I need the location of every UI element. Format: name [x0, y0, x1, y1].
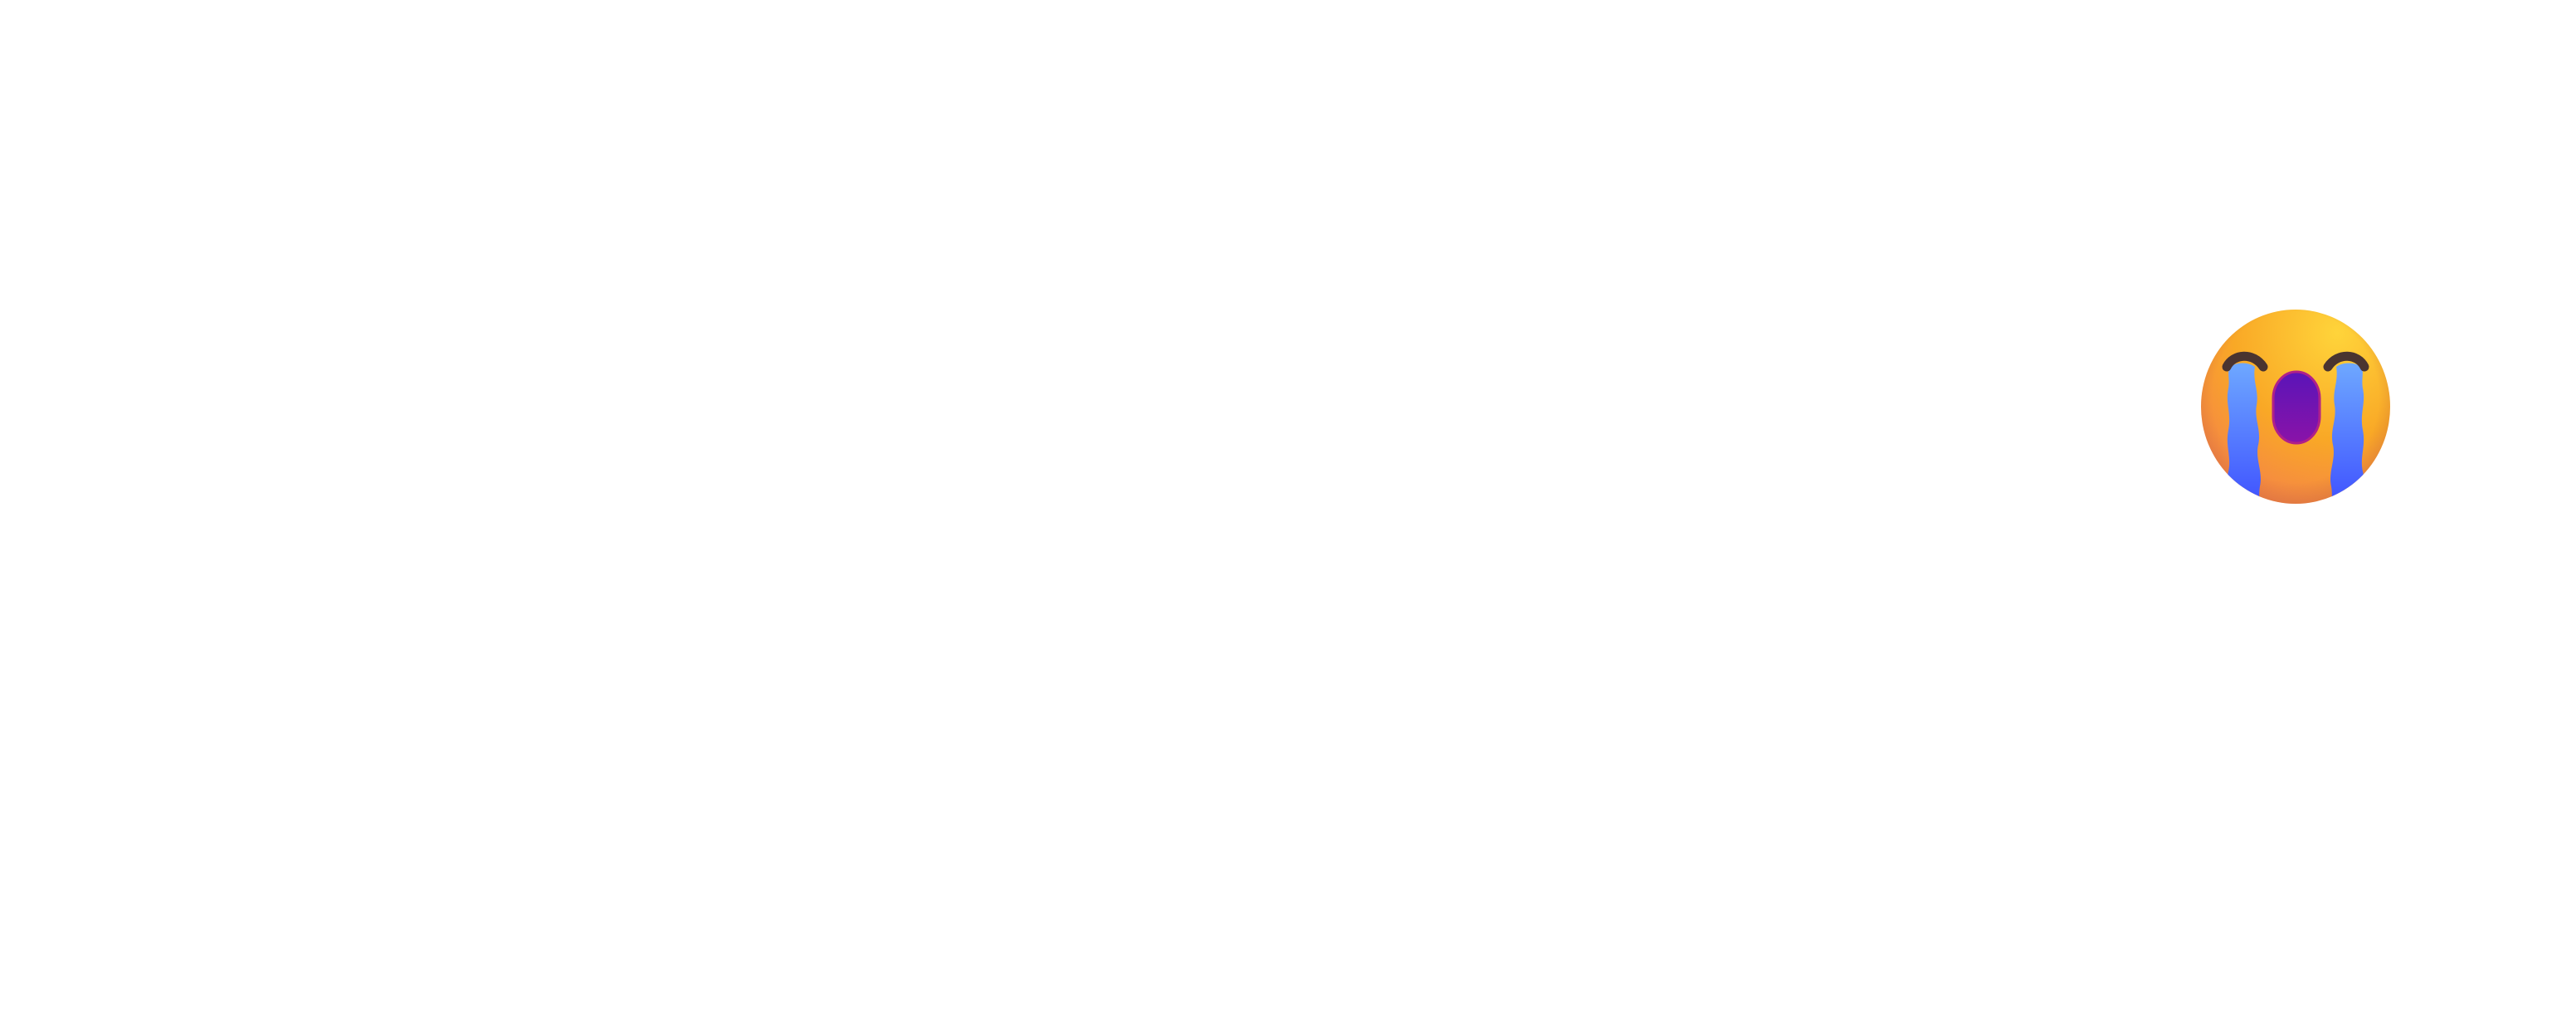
canvas: [0, 0, 2576, 1015]
loudly-crying-face-icon: [2200, 309, 2391, 505]
mouth: [2272, 370, 2321, 445]
emoji-graphic: [2201, 310, 2390, 504]
